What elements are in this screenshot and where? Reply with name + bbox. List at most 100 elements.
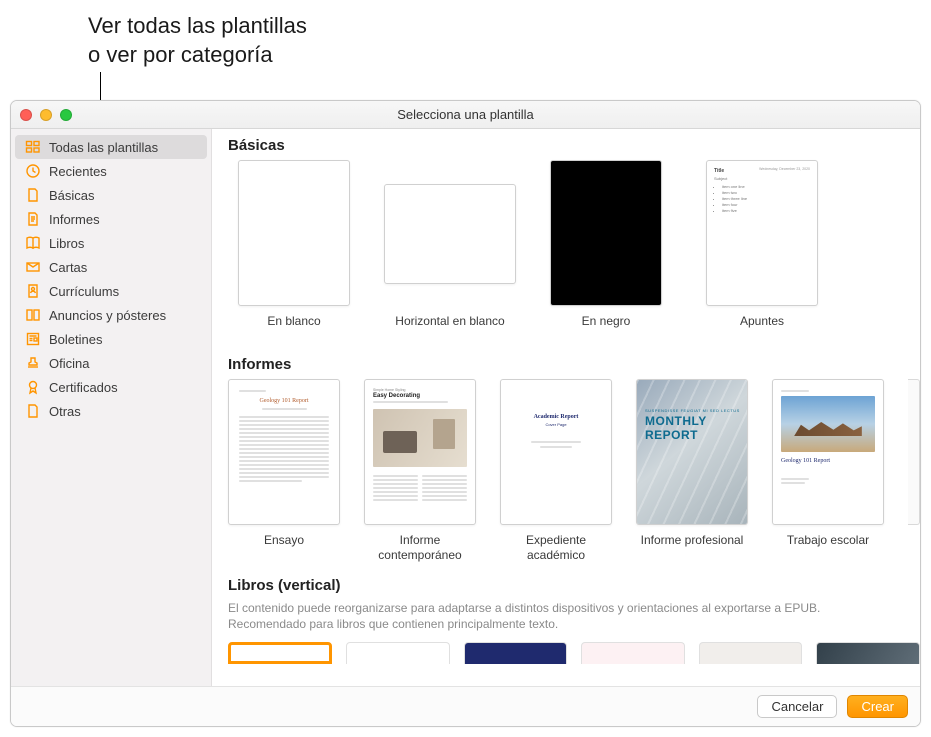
sidebar-item-other[interactable]: Otras <box>15 399 207 423</box>
template-thumb <box>384 184 516 284</box>
minimize-window-button[interactable] <box>40 109 52 121</box>
template-essay[interactable]: Geology 101 Report Ensayo <box>228 379 340 563</box>
template-contemporary-report[interactable]: Simple Home Styling Easy Decorating <box>364 379 476 563</box>
window-controls <box>20 109 72 121</box>
template-thumb <box>238 160 350 306</box>
annotation-callout: Ver todas las plantillas o ver por categ… <box>88 12 307 69</box>
template-book[interactable] <box>464 642 568 664</box>
window-title: Selecciona una plantilla <box>397 107 534 122</box>
template-school-report[interactable]: Geology 101 Report Trabajo escolar <box>772 379 884 563</box>
ribbon-icon <box>25 379 41 395</box>
sidebar-item-letters[interactable]: Cartas <box>15 255 207 279</box>
template-blank[interactable]: En blanco <box>228 160 360 342</box>
template-professional-report[interactable]: SUSPENDISSE FEUGIAT MI SED LECTUS MONTHL… <box>636 379 748 563</box>
thumb-subheading: SUSPENDISSE FEUGIAT MI SED LECTUS <box>645 408 740 413</box>
section-title: Informes <box>228 356 920 373</box>
thumb-heading: Geology 101 Report <box>781 458 875 464</box>
grid-icon <box>25 139 41 155</box>
thumb-heading: REPORT <box>645 429 740 441</box>
template-label: Apuntes <box>740 314 784 342</box>
book-icon <box>25 235 41 251</box>
sidebar-item-books[interactable]: Libros <box>15 231 207 255</box>
sidebar-item-resumes[interactable]: Currículums <box>15 279 207 303</box>
thumb-heading: Academic Report <box>515 414 597 420</box>
thumb-subheading: Cover Page <box>515 422 597 427</box>
person-document-icon <box>25 283 41 299</box>
sidebar-item-label: Recientes <box>49 164 107 179</box>
sidebar-item-label: Básicas <box>49 188 95 203</box>
thumb-heading: MONTHLY <box>645 415 740 427</box>
template-label: Horizontal en blanco <box>395 314 504 342</box>
category-sidebar: Todas las plantillas Recientes Básicas <box>11 129 212 686</box>
sidebar-item-recent[interactable]: Recientes <box>15 159 207 183</box>
zoom-window-button[interactable] <box>60 109 72 121</box>
template-label: Informe contemporáneo <box>364 533 476 563</box>
template-book[interactable] <box>581 642 685 664</box>
template-grid[interactable]: Básicas En blanco Horizontal en blanco <box>212 129 920 686</box>
section-books-portrait: Libros (vertical) El contenido puede reo… <box>228 577 920 664</box>
document-text-icon <box>25 211 41 227</box>
template-thumb: SUSPENDISSE FEUGIAT MI SED LECTUS MONTHL… <box>636 379 748 525</box>
template-label: En blanco <box>267 314 320 342</box>
dialog-footer: Cancelar Crear <box>11 686 920 726</box>
template-book[interactable] <box>346 642 450 664</box>
template-label: Ensayo <box>264 533 304 561</box>
sidebar-item-certificates[interactable]: Certificados <box>15 375 207 399</box>
template-book[interactable] <box>816 642 920 664</box>
template-notes[interactable]: Title Wednesday, December 23, 2020 Subje… <box>696 160 828 342</box>
sidebar-item-label: Certificados <box>49 380 118 395</box>
sidebar-item-label: Anuncios y pósteres <box>49 308 166 323</box>
sidebar-item-label: Boletines <box>49 332 102 347</box>
sidebar-item-newsletters[interactable]: Boletines <box>15 327 207 351</box>
section-basic: Básicas En blanco Horizontal en blanco <box>228 137 920 342</box>
sidebar-item-flyers[interactable]: Anuncios y pósteres <box>15 303 207 327</box>
spread-icon <box>25 307 41 323</box>
clock-icon <box>25 163 41 179</box>
sidebar-item-label: Libros <box>49 236 84 251</box>
document-icon <box>25 187 41 203</box>
template-thumb: Geology 101 Report <box>772 379 884 525</box>
newsletter-icon <box>25 331 41 347</box>
template-thumb <box>550 160 662 306</box>
section-reports: Informes Geology 101 Report <box>228 356 920 563</box>
template-thumb: Title Wednesday, December 23, 2020 Subje… <box>706 160 818 306</box>
sidebar-item-label: Cartas <box>49 260 87 275</box>
thumb-heading: Geology 101 Report <box>239 398 329 404</box>
sidebar-item-label: Informes <box>49 212 100 227</box>
cancel-button[interactable]: Cancelar <box>757 695 837 718</box>
sidebar-item-label: Otras <box>49 404 81 419</box>
thumb-subheading: Simple Home Styling <box>373 388 467 392</box>
template-book[interactable] <box>699 642 803 664</box>
titlebar: Selecciona una plantilla <box>11 101 920 129</box>
close-window-button[interactable] <box>20 109 32 121</box>
sidebar-item-label: Currículums <box>49 284 119 299</box>
section-description: El contenido puede reorganizarse para ad… <box>228 600 888 632</box>
sidebar-item-basic[interactable]: Básicas <box>15 183 207 207</box>
template-book-selected[interactable] <box>228 642 332 664</box>
template-peek-next[interactable] <box>908 379 920 525</box>
callout-line-1: Ver todas las plantillas <box>88 12 307 41</box>
template-label: Trabajo escolar <box>787 533 869 561</box>
template-black[interactable]: En negro <box>540 160 672 342</box>
section-title: Libros (vertical) <box>228 577 920 594</box>
sidebar-item-reports[interactable]: Informes <box>15 207 207 231</box>
sidebar-item-stationery[interactable]: Oficina <box>15 351 207 375</box>
template-label: Expediente académico <box>500 533 612 563</box>
sidebar-item-label: Oficina <box>49 356 89 371</box>
template-label: Informe profesional <box>641 533 744 561</box>
stamp-icon <box>25 355 41 371</box>
template-label: En negro <box>582 314 631 342</box>
document-icon <box>25 403 41 419</box>
sidebar-item-all-templates[interactable]: Todas las plantillas <box>15 135 207 159</box>
template-thumb: Geology 101 Report <box>228 379 340 525</box>
envelope-icon <box>25 259 41 275</box>
callout-line-2: o ver por categoría <box>88 41 307 70</box>
template-academic-report[interactable]: Academic Report Cover Page Expediente ac… <box>500 379 612 563</box>
sidebar-item-label: Todas las plantillas <box>49 140 158 155</box>
template-thumb: Academic Report Cover Page <box>500 379 612 525</box>
template-chooser-window: Selecciona una plantilla Todas las plant… <box>10 100 921 727</box>
template-blank-landscape[interactable]: Horizontal en blanco <box>384 160 516 342</box>
create-button[interactable]: Crear <box>847 695 908 718</box>
section-title: Básicas <box>228 137 920 154</box>
template-thumb: Simple Home Styling Easy Decorating <box>364 379 476 525</box>
